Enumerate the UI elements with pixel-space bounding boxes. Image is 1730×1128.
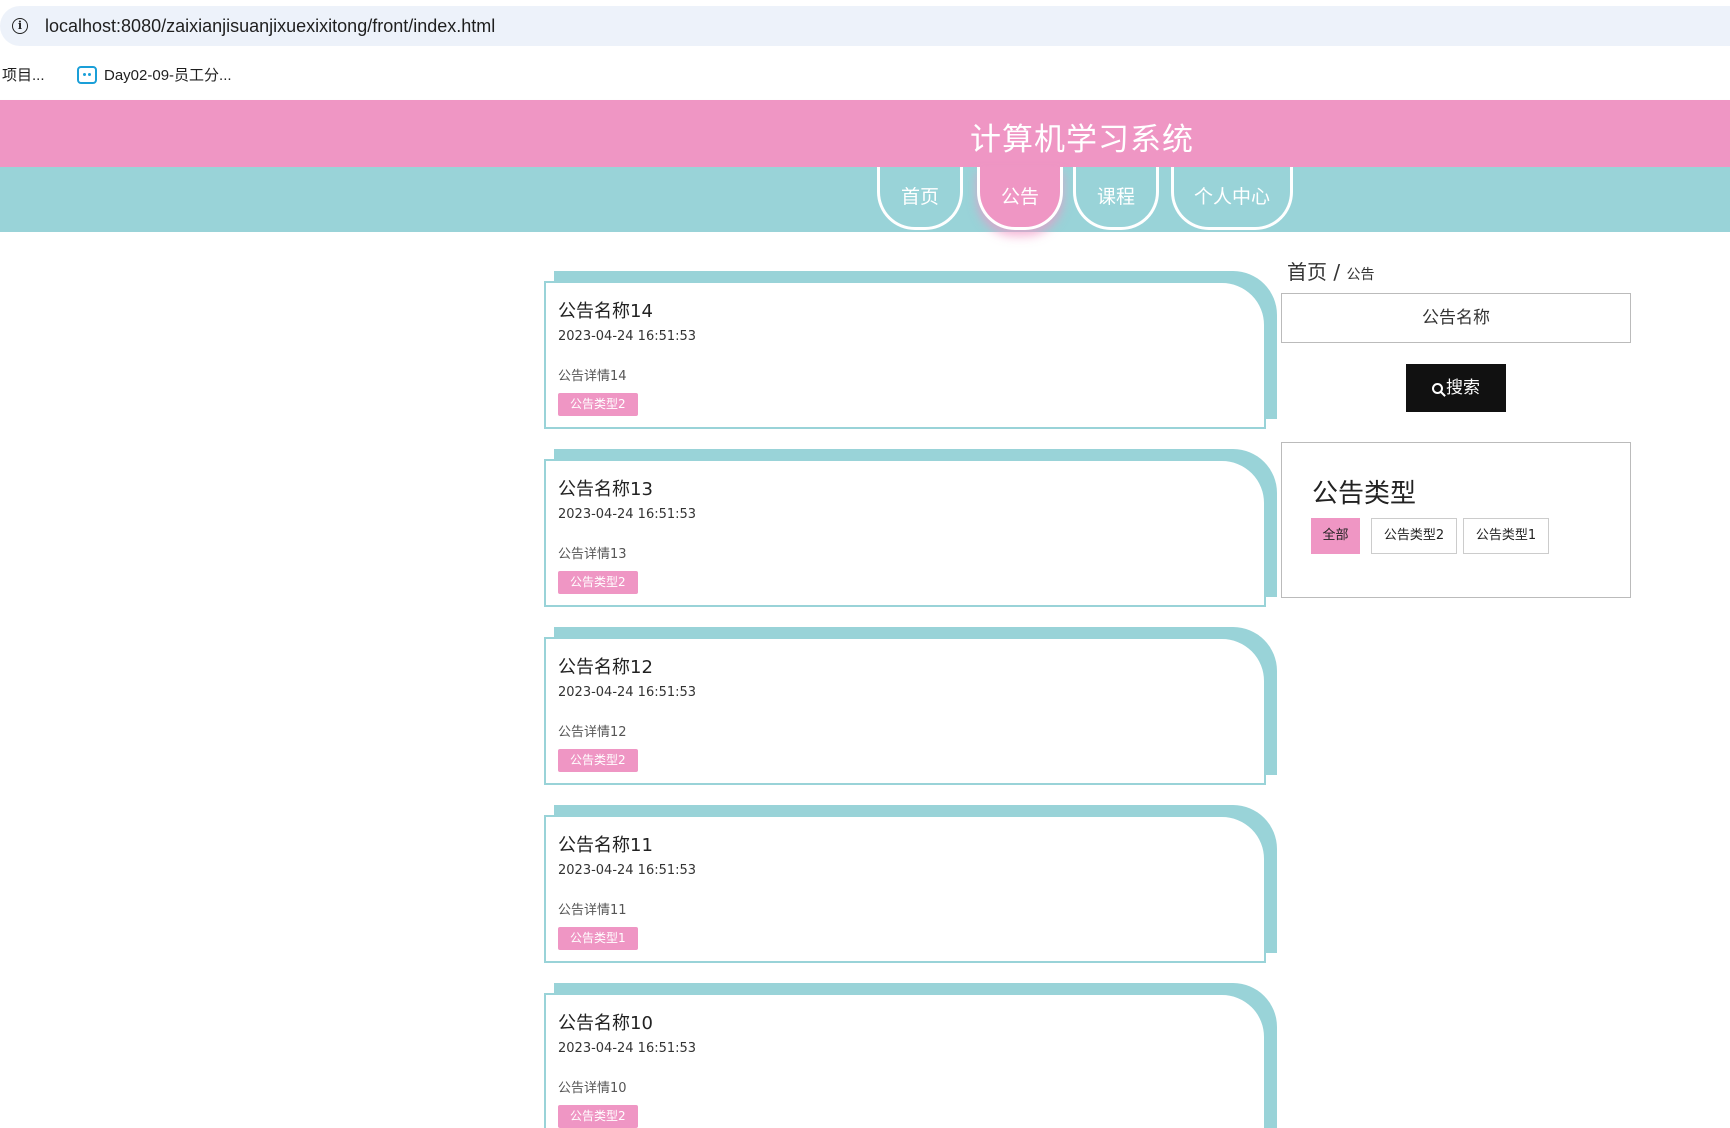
bookmark-item[interactable]: Day02-09-员工分... [104, 64, 232, 85]
filter-option-all[interactable]: 全部 [1311, 518, 1360, 554]
breadcrumb-home[interactable]: 首页 [1287, 260, 1327, 284]
bookmarks-bar: 项目... Day02-09-员工分... [0, 56, 1730, 92]
notice-title[interactable]: 公告名称14 [558, 297, 653, 323]
notice-type-badge: 公告类型2 [558, 749, 638, 772]
nav-item-home[interactable]: 首页 [877, 167, 963, 230]
site-header: 计算机学习系统 [0, 100, 1730, 167]
notice-card[interactable]: 公告名称13 2023-04-24 16:51:53 公告详情13 公告类型2 [544, 449, 1277, 609]
notice-type-badge: 公告类型2 [558, 1105, 638, 1128]
search-button-label: 搜索 [1446, 378, 1480, 398]
card-body: 公告名称12 2023-04-24 16:51:53 公告详情12 公告类型2 [544, 637, 1266, 785]
notice-card[interactable]: 公告名称10 2023-04-24 16:51:53 公告详情10 公告类型2 [544, 983, 1277, 1128]
nav-item-profile[interactable]: 个人中心 [1171, 167, 1293, 230]
card-body: 公告名称14 2023-04-24 16:51:53 公告详情14 公告类型2 [544, 281, 1266, 429]
main-nav: 首页 公告 课程 个人中心 [0, 167, 1730, 232]
notice-detail: 公告详情11 [558, 903, 627, 918]
breadcrumb-current: 公告 [1346, 267, 1375, 283]
notice-title[interactable]: 公告名称11 [558, 831, 653, 857]
notice-title[interactable]: 公告名称13 [558, 475, 653, 501]
notice-time: 2023-04-24 16:51:53 [558, 685, 697, 700]
notice-card[interactable]: 公告名称11 2023-04-24 16:51:53 公告详情11 公告类型1 [544, 805, 1277, 965]
notice-card[interactable]: 公告名称12 2023-04-24 16:51:53 公告详情12 公告类型2 [544, 627, 1277, 787]
address-bar[interactable]: i localhost:8080/zaixianjisuanjixuexixit… [0, 6, 1730, 46]
notice-detail: 公告详情12 [558, 725, 627, 740]
breadcrumb: 首页 / 公告 [1287, 256, 1374, 285]
card-body: 公告名称13 2023-04-24 16:51:53 公告详情13 公告类型2 [544, 459, 1266, 607]
nav-item-course[interactable]: 课程 [1073, 167, 1159, 230]
notice-time: 2023-04-24 16:51:53 [558, 863, 697, 878]
card-body: 公告名称11 2023-04-24 16:51:53 公告详情11 公告类型1 [544, 815, 1266, 963]
notice-time: 2023-04-24 16:51:53 [558, 507, 697, 522]
bilibili-icon [77, 66, 97, 84]
card-body: 公告名称10 2023-04-24 16:51:53 公告详情10 公告类型2 [544, 993, 1266, 1128]
bookmark-item[interactable]: 项目... [2, 64, 45, 85]
filter-title: 公告类型 [1312, 479, 1417, 509]
notice-type-badge: 公告类型2 [558, 571, 638, 594]
notice-title[interactable]: 公告名称10 [558, 1009, 653, 1035]
notice-time: 2023-04-24 16:51:53 [558, 1041, 697, 1056]
notice-detail: 公告详情13 [558, 547, 627, 562]
filter-option-type2[interactable]: 公告类型2 [1371, 518, 1457, 554]
address-url[interactable]: localhost:8080/zaixianjisuanjixuexixiton… [45, 16, 495, 37]
search-icon [1432, 383, 1443, 394]
notice-type-filter: 公告类型 全部 公告类型2 公告类型1 [1281, 442, 1631, 598]
search-button[interactable]: 搜索 [1406, 364, 1506, 412]
notice-time: 2023-04-24 16:51:53 [558, 329, 697, 344]
notice-detail: 公告详情14 [558, 369, 627, 384]
notice-type-badge: 公告类型2 [558, 393, 638, 416]
site-title: 计算机学习系统 [970, 122, 1194, 158]
notice-detail: 公告详情10 [558, 1081, 627, 1096]
site-info-icon[interactable]: i [12, 18, 28, 34]
notice-type-badge: 公告类型1 [558, 927, 638, 950]
filter-option-type1[interactable]: 公告类型1 [1463, 518, 1549, 554]
breadcrumb-separator: / [1333, 260, 1341, 284]
notice-title[interactable]: 公告名称12 [558, 653, 653, 679]
notice-card[interactable]: 公告名称14 2023-04-24 16:51:53 公告详情14 公告类型2 [544, 271, 1277, 431]
nav-item-notice[interactable]: 公告 [977, 167, 1063, 230]
notice-name-search-input[interactable]: 公告名称 [1281, 293, 1631, 343]
